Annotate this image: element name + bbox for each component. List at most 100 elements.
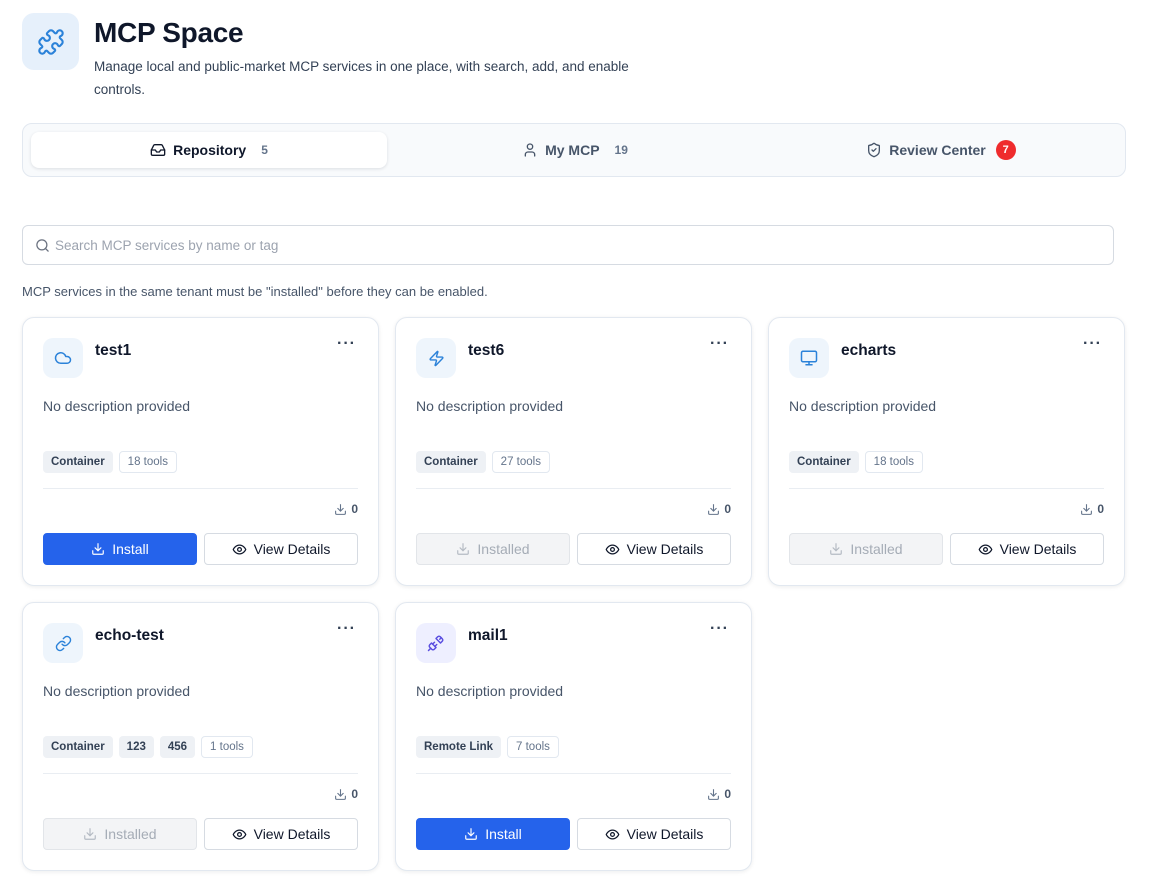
view-details-label: View Details: [253, 541, 331, 557]
installed-button: Installed: [43, 818, 197, 850]
view-details-label: View Details: [999, 541, 1077, 557]
card-description: No description provided: [43, 398, 191, 414]
view-details-button[interactable]: View Details: [204, 533, 358, 565]
more-options-icon[interactable]: ···: [337, 620, 356, 638]
mcp-card[interactable]: echarts ··· No description provided Cont…: [768, 317, 1125, 586]
download-count-value: 0: [351, 787, 358, 801]
tools-count-tag: 7 tools: [507, 736, 559, 758]
card-description: No description provided: [416, 398, 564, 414]
installed-button: Installed: [789, 533, 943, 565]
divider: [43, 488, 358, 489]
view-details-label: View Details: [253, 826, 331, 842]
download-count-value: 0: [724, 787, 731, 801]
download-count-value: 0: [1097, 502, 1104, 516]
download-count: 0: [334, 502, 358, 516]
eye-icon: [978, 544, 992, 554]
view-details-button[interactable]: View Details: [577, 818, 731, 850]
type-tag: Remote Link: [416, 736, 502, 758]
mcp-card[interactable]: test1 ··· No description provided Contai…: [22, 317, 379, 586]
user-icon: [522, 142, 538, 158]
divider: [43, 773, 358, 774]
divider: [416, 488, 731, 489]
view-details-button[interactable]: View Details: [204, 818, 358, 850]
custom-tag: 123: [118, 736, 154, 758]
page-header: MCP Space Manage local and public-market…: [22, 13, 722, 103]
download-count: 0: [707, 787, 731, 801]
tag-list: Container 123 456 1 tools: [43, 736, 253, 758]
review-count-badge: 7: [995, 140, 1016, 160]
page-subtitle: Manage local and public-market MCP servi…: [94, 59, 629, 97]
tag-list: Remote Link 7 tools: [416, 736, 559, 758]
more-options-icon[interactable]: ···: [710, 335, 729, 353]
download-icon: [1081, 503, 1093, 515]
tab-label: My MCP: [545, 142, 600, 158]
download-icon: [708, 503, 720, 515]
page-title: MCP Space: [94, 17, 244, 48]
more-options-icon[interactable]: ···: [1083, 335, 1102, 353]
tab-bar: Repository 5 My MCP 19 Review Center 7: [22, 123, 1126, 177]
download-icon: [830, 543, 843, 555]
install-button[interactable]: Install: [43, 533, 197, 565]
cloud-icon: [43, 338, 83, 378]
card-title: test1: [95, 342, 132, 359]
tab-my-mcp[interactable]: My MCP 19: [397, 132, 753, 168]
installed-button-label: Installed: [104, 826, 157, 842]
installed-button-label: Installed: [477, 541, 530, 557]
monitor-icon: [789, 338, 829, 378]
link-icon: [43, 623, 83, 663]
tab-repository[interactable]: Repository 5: [31, 132, 387, 168]
search-input[interactable]: [55, 237, 1055, 253]
card-title: test6: [468, 342, 505, 359]
view-details-button[interactable]: View Details: [950, 533, 1104, 565]
more-options-icon[interactable]: ···: [710, 620, 729, 638]
type-tag: Container: [789, 451, 859, 473]
type-tag: Container: [416, 451, 486, 473]
tab-count: 5: [261, 143, 268, 157]
inbox-icon: [150, 142, 166, 158]
search-icon: [35, 238, 50, 253]
zap-icon: [416, 338, 456, 378]
download-icon: [84, 828, 97, 840]
eye-icon: [605, 829, 619, 839]
eye-icon: [232, 829, 246, 839]
eye-icon: [605, 544, 619, 554]
shield-check-icon: [866, 142, 882, 158]
card-description: No description provided: [43, 683, 191, 699]
tools-count-tag: 18 tools: [864, 451, 923, 473]
download-icon: [335, 788, 347, 800]
eye-icon: [232, 544, 246, 554]
view-details-label: View Details: [626, 826, 704, 842]
installed-button-label: Installed: [850, 541, 903, 557]
card-description: No description provided: [416, 683, 564, 699]
download-count: 0: [1080, 502, 1104, 516]
card-title: echo-test: [95, 627, 164, 644]
tab-count: 19: [614, 143, 628, 157]
install-button-label: Install: [112, 541, 149, 557]
install-note: MCP services in the same tenant must be …: [22, 284, 488, 299]
custom-tag: 456: [159, 736, 196, 758]
card-description: No description provided: [789, 398, 937, 414]
card-title: echarts: [841, 342, 897, 359]
tag-list: Container 18 tools: [789, 451, 923, 473]
download-count-value: 0: [351, 502, 358, 516]
mcp-card[interactable]: mail1 ··· No description provided Remote…: [395, 602, 752, 871]
plug-icon: [416, 623, 456, 663]
view-details-button[interactable]: View Details: [577, 533, 731, 565]
more-options-icon[interactable]: ···: [337, 335, 356, 353]
tools-count-tag: 27 tools: [491, 451, 550, 473]
type-tag: Container: [43, 451, 113, 473]
view-details-label: View Details: [626, 541, 704, 557]
divider: [416, 773, 731, 774]
divider: [789, 488, 1104, 489]
installed-button: Installed: [416, 533, 570, 565]
download-icon: [465, 828, 478, 840]
tab-review-center[interactable]: Review Center 7: [763, 132, 1119, 168]
tools-count-tag: 1 tools: [201, 736, 253, 758]
mcp-card[interactable]: test6 ··· No description provided Contai…: [395, 317, 752, 586]
type-tag: Container: [43, 736, 113, 758]
download-count: 0: [334, 787, 358, 801]
install-button[interactable]: Install: [416, 818, 570, 850]
tab-label: Review Center: [889, 142, 986, 158]
mcp-card[interactable]: echo-test ··· No description provided Co…: [22, 602, 379, 871]
search-box: [22, 225, 1114, 265]
